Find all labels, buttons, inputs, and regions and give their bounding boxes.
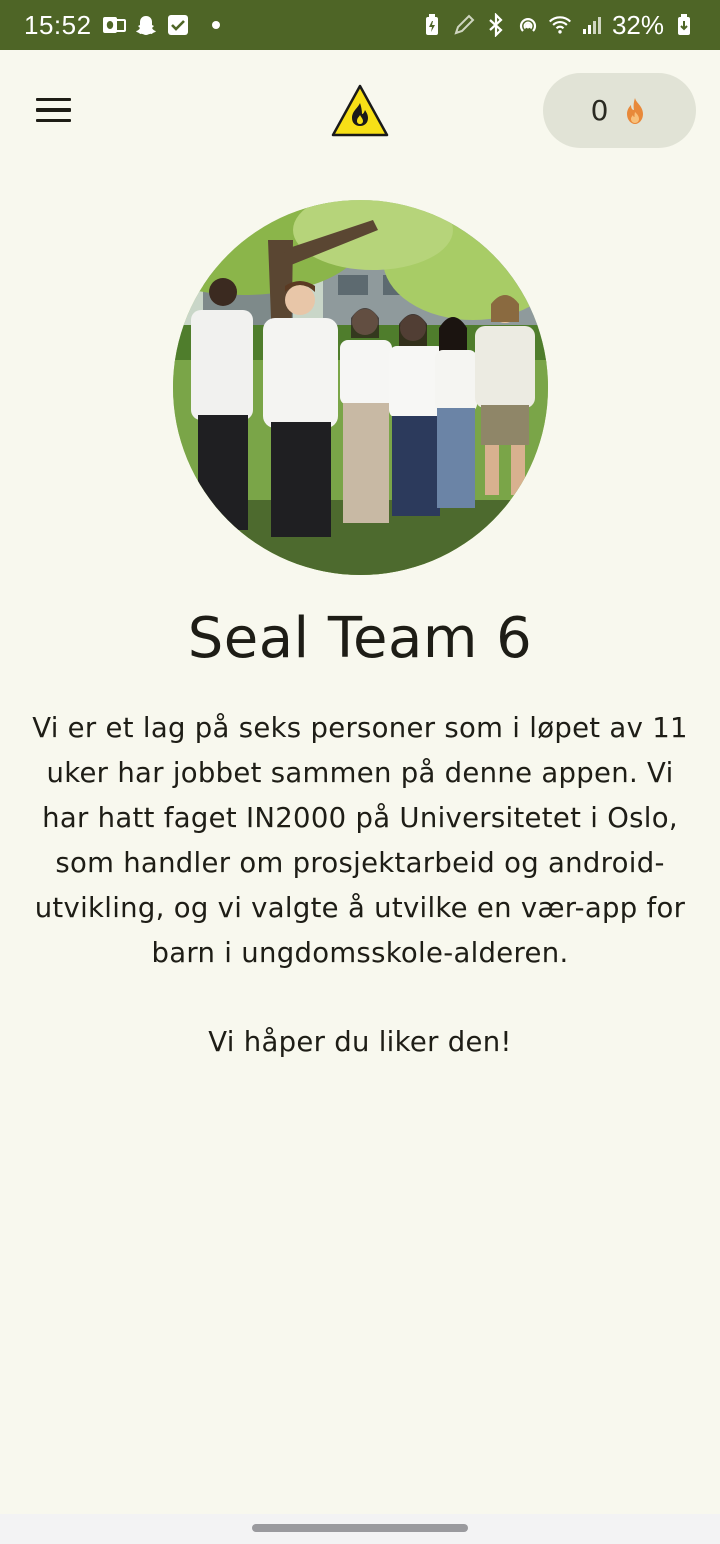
team-group-photo bbox=[173, 200, 548, 575]
navigation-bar bbox=[0, 1514, 720, 1544]
status-bar: 15:52 32% bbox=[0, 0, 720, 50]
battery-saver-icon bbox=[420, 13, 444, 37]
status-left-icons bbox=[102, 13, 220, 37]
outlook-icon bbox=[102, 13, 126, 37]
home-indicator[interactable] bbox=[252, 1524, 468, 1532]
team-title: Seal Team 6 bbox=[187, 606, 533, 671]
signal-icon bbox=[580, 13, 604, 37]
battery-percent: 32% bbox=[611, 9, 664, 40]
snapchat-icon bbox=[134, 13, 158, 37]
fire-warning-logo bbox=[330, 83, 390, 138]
hotspot-icon bbox=[516, 13, 540, 37]
streak-counter-button[interactable]: 0 bbox=[543, 73, 696, 148]
app-bar: 0 bbox=[0, 50, 720, 170]
battery-charging-icon bbox=[672, 13, 696, 37]
pen-icon bbox=[452, 13, 476, 37]
bluetooth-icon bbox=[484, 13, 508, 37]
flame-icon bbox=[622, 97, 648, 125]
team-closing: Vi håper du liker den! bbox=[208, 1026, 512, 1058]
checkbox-icon bbox=[166, 13, 190, 37]
status-time: 15:52 bbox=[24, 9, 92, 40]
team-description: Vi er et lag på seks personer som i løpe… bbox=[32, 712, 688, 969]
streak-count: 0 bbox=[590, 94, 609, 127]
hamburger-menu-icon[interactable] bbox=[24, 84, 84, 136]
notification-dot bbox=[211, 21, 220, 29]
status-right-icons: 32% bbox=[420, 10, 696, 41]
wifi-icon bbox=[548, 13, 572, 37]
